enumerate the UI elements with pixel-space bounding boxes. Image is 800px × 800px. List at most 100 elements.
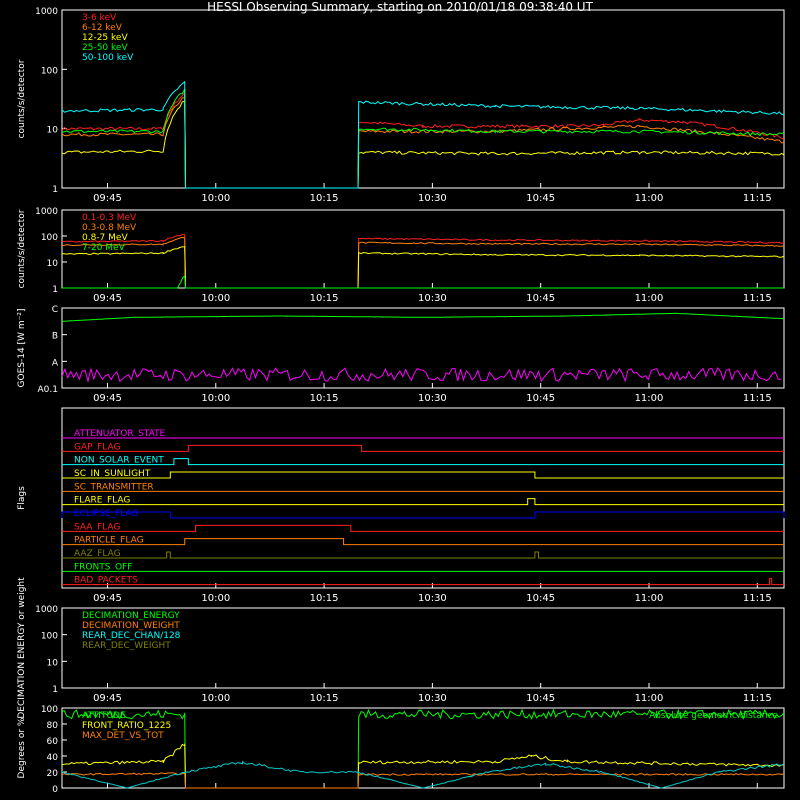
x-tick-label: 10:00 xyxy=(201,193,230,204)
x-tick-label: 11:00 xyxy=(635,593,664,604)
flag-line xyxy=(61,511,785,519)
x-tick-label: 10:00 xyxy=(201,393,230,404)
x-tick-label: 10:30 xyxy=(418,193,447,204)
legend-entry: 6-12 keV xyxy=(82,23,123,33)
series-line-0.3-0.8 MeV xyxy=(62,236,785,289)
flag-line xyxy=(62,458,784,466)
series-line-0 xyxy=(61,312,785,322)
hessi-summary-plot: 1 10 100 1000 counts/s/detector 09:45 10:00 10:… xyxy=(17,7,785,795)
y-tick-label: 1000 xyxy=(35,7,58,17)
y-tick-label: C xyxy=(52,305,58,315)
y-tick-label: 1 xyxy=(52,685,58,695)
y-axis-label: Flags xyxy=(17,486,27,510)
flag-label: ATTENUATOR_STATE xyxy=(74,429,166,439)
series-line-7-20 MeV xyxy=(62,274,784,289)
x-tick-label: 11:00 xyxy=(635,693,664,704)
flag-label: SC_TRANSMITTER xyxy=(74,482,154,492)
y-tick-label: 40 xyxy=(47,753,59,763)
x-tick-label: 10:45 xyxy=(526,293,555,304)
x-tick-label: 10:45 xyxy=(526,193,555,204)
flag-label: PARTICLE_FLAG xyxy=(74,536,144,546)
x-tick-label: 11:15 xyxy=(743,593,772,604)
flag-label: FLARE_FLAG xyxy=(74,496,130,506)
flag-label: SC_IN_SUNLIGHT xyxy=(74,469,151,479)
panel-goes xyxy=(61,307,785,389)
y-axis-label: counts/s/detector xyxy=(17,59,27,138)
y-tick-label: 10 xyxy=(47,126,59,136)
flag-line xyxy=(62,524,784,532)
x-tick-label: 10:15 xyxy=(310,293,339,304)
y-tick-label: 1 xyxy=(52,285,58,295)
x-tick-label: 11:00 xyxy=(635,293,664,304)
flag-label: NON_SOLAR_EVENT xyxy=(74,456,164,466)
y-tick-label: 100 xyxy=(41,233,58,243)
y-tick-label: B xyxy=(52,332,58,342)
flag-line xyxy=(62,578,784,586)
y-tick-label: 10 xyxy=(47,259,59,269)
series-line-1 xyxy=(61,367,782,383)
x-tick-label: 10:45 xyxy=(526,393,555,404)
x-tick-label: 10:45 xyxy=(526,693,555,704)
panel-frame xyxy=(61,407,785,589)
legend-entry: 7-20 MeV xyxy=(82,243,126,253)
series-line-50-100 keV xyxy=(61,80,785,189)
flag-label: BAD_PACKETS xyxy=(74,576,138,586)
y-axis-label: DECIMATION ENERGY or weight xyxy=(17,577,27,719)
legend-entry: 50-100 keV xyxy=(82,53,134,63)
flag-label: AAZ_FLAG xyxy=(74,549,121,559)
legend-entry: DECIMATION_WEIGHT xyxy=(82,621,180,631)
x-tick-label: 10:30 xyxy=(418,393,447,404)
legend-entry: 0.8-7 MeV xyxy=(82,233,128,243)
legend-entry: 0.3-0.8 MeV xyxy=(82,223,137,233)
flag-label: GAP_FLAG xyxy=(74,442,120,452)
panel-rate_low xyxy=(61,9,785,189)
flag-line xyxy=(62,444,784,452)
series-line-25-50 keV xyxy=(61,88,785,189)
series-line-0.1-0.3 MeV xyxy=(61,233,785,289)
y-axis-label: Degrees or % xyxy=(17,717,27,778)
y-tick-label: 60 xyxy=(47,737,59,747)
y-axis-label: GOES-14 [W m⁻²] xyxy=(17,309,27,388)
legend-entry: MAX_DET_VS_TOT xyxy=(82,731,164,741)
x-tick-label: 10:30 xyxy=(418,593,447,604)
legend-entry: REAR_DEC_CHAN/128 xyxy=(82,631,181,641)
x-tick-label: 11:15 xyxy=(743,693,772,704)
y-tick-label: 80 xyxy=(47,721,59,731)
x-tick-label: 09:45 xyxy=(93,193,122,204)
x-tick-label: 10:00 xyxy=(201,293,230,304)
x-tick-label: 10:15 xyxy=(310,693,339,704)
x-tick-label: 11:15 xyxy=(743,293,772,304)
x-tick-label: 10:00 xyxy=(201,593,230,604)
x-tick-label: 10:15 xyxy=(310,393,339,404)
flag-line xyxy=(62,538,784,546)
legend-entry: ATTITUDE xyxy=(82,711,126,721)
x-tick-label: 09:45 xyxy=(93,693,122,704)
y-tick-label: 1 xyxy=(52,185,58,195)
flag-line xyxy=(62,551,784,559)
y-tick-label: 100 xyxy=(41,705,58,715)
legend-entry: FRONT_RATIO_1225 xyxy=(82,721,171,731)
legend-entry: 0.1-0.3 MeV xyxy=(82,213,137,223)
series-line-FRONT_RATIO_1225 xyxy=(61,743,785,789)
flag-line xyxy=(62,498,784,506)
y-tick-label: A0.1 xyxy=(38,385,58,395)
annotation-text: Absolute geometric distance xyxy=(649,711,778,721)
x-tick-label: 11:00 xyxy=(635,193,664,204)
legend-entry: 3-6 keV xyxy=(82,13,117,23)
y-tick-label: 1000 xyxy=(35,207,58,217)
x-tick-label: 11:15 xyxy=(743,393,772,404)
panel-rate_high xyxy=(61,209,785,289)
y-tick-label: 10 xyxy=(47,658,59,668)
panel-frame xyxy=(61,209,785,289)
x-tick-label: 10:00 xyxy=(201,693,230,704)
flag-line xyxy=(62,471,784,479)
x-tick-label: 11:15 xyxy=(743,193,772,204)
legend-entry: DECIMATION_ENERGY xyxy=(82,611,180,621)
panel-flags xyxy=(61,407,785,589)
flag-label: ECLIPSE_FLAG xyxy=(74,509,138,519)
series-line-0.8-7 MeV xyxy=(61,246,785,289)
series-line-3-6 keV xyxy=(61,91,785,189)
y-tick-label: 1000 xyxy=(35,605,58,615)
flag-label: SAA_FLAG xyxy=(74,522,120,532)
flag-label: FRONTS_OFF xyxy=(74,562,132,572)
